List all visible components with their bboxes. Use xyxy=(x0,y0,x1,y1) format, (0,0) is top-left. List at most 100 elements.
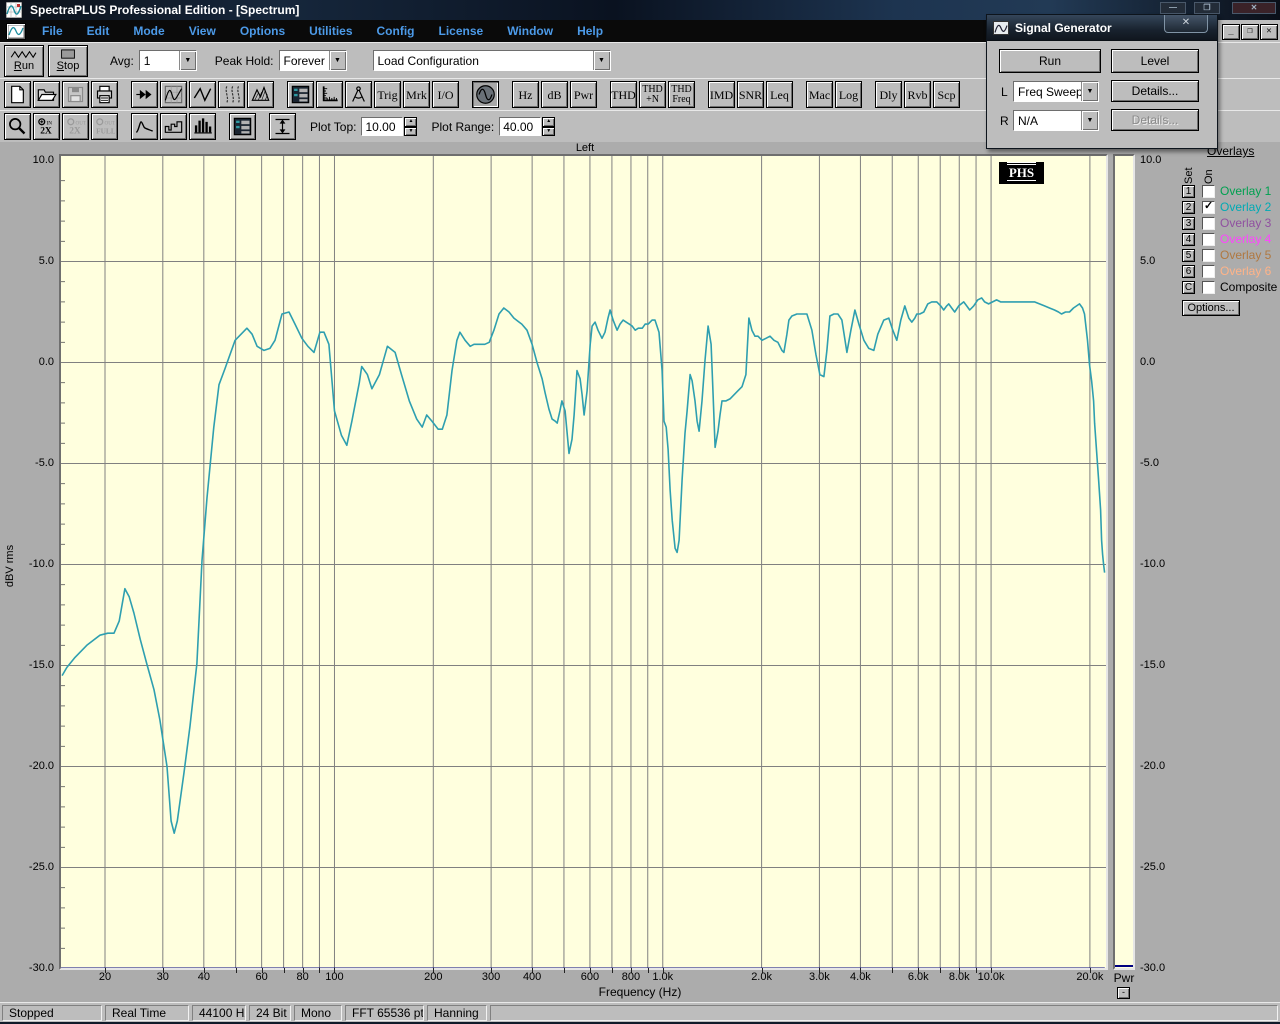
document-close-button[interactable]: ✕ xyxy=(1260,24,1278,40)
menu-item-mode[interactable]: Mode xyxy=(121,21,176,41)
line-plot-button[interactable] xyxy=(131,113,158,140)
load-configuration-dropdown-arrow-icon[interactable]: ▼ xyxy=(592,51,610,70)
menu-item-options[interactable]: Options xyxy=(228,21,297,41)
y-tick-left-5.0: 5.0 xyxy=(38,254,54,267)
overlay-C-on-checkbox[interactable] xyxy=(1202,280,1215,294)
snr-button[interactable]: SNR xyxy=(737,81,764,108)
peak-hold-dropdown-arrow-icon[interactable]: ▼ xyxy=(328,51,346,70)
power-units-button[interactable]: Pwr xyxy=(570,81,597,108)
overlay-1-set-button[interactable]: 1 xyxy=(1182,184,1195,198)
menu-item-license[interactable]: License xyxy=(427,21,496,41)
thd-button[interactable]: THD xyxy=(610,81,637,108)
spectrum-display-area: Left PHS 10.0 10.0 5.0 5.0 0.0 0.0 -5.0 -5.0 -10… xyxy=(0,142,1280,1002)
signal-generator-close-button[interactable]: ✕ xyxy=(1164,15,1208,33)
plot-range-input[interactable] xyxy=(499,117,542,136)
plot-range-spinner[interactable]: ▲ ▼ xyxy=(542,117,556,136)
left-details-button[interactable]: Details... xyxy=(1111,80,1199,102)
stop-button[interactable]: Stop xyxy=(48,44,88,77)
overlay-3-on-checkbox[interactable] xyxy=(1202,216,1215,230)
frequency-units-button[interactable]: Hz xyxy=(512,81,539,108)
leq-button[interactable]: Leq xyxy=(766,81,793,108)
status-hanning: Hanning xyxy=(427,1004,487,1021)
avg-dropdown[interactable]: 1 ▼ xyxy=(138,50,197,71)
spectrum-view-button[interactable] xyxy=(160,81,187,108)
generator-run-button[interactable]: Run xyxy=(999,49,1101,73)
imd-button[interactable]: IMD xyxy=(708,81,735,108)
left-signal-type-dropdown[interactable]: Freq Sweep ▼ xyxy=(1013,81,1099,102)
document-minimize-button[interactable]: _ xyxy=(1222,24,1240,40)
vertical-range-button[interactable] xyxy=(269,113,296,140)
plot-top-input[interactable] xyxy=(361,117,404,136)
overlay-5-set-button[interactable]: 5 xyxy=(1182,248,1195,262)
window-maximize-button[interactable]: ❐ xyxy=(1194,2,1220,14)
menu-item-window[interactable]: Window xyxy=(495,21,565,41)
save-file-icon xyxy=(67,86,84,103)
overlay-2-set-button[interactable]: 2 xyxy=(1182,200,1195,214)
input-output-button[interactable]: I/O xyxy=(432,81,459,108)
overlays-on-column-label: On xyxy=(1203,169,1215,184)
thd-plus-n-button[interactable]: THD +N xyxy=(639,81,666,108)
menu-item-edit[interactable]: Edit xyxy=(75,21,122,41)
open-file-button[interactable] xyxy=(33,81,60,108)
markers-button[interactable]: Mrk xyxy=(403,81,430,108)
surface-plot-view-button[interactable] xyxy=(247,81,274,108)
overlay-5-on-checkbox[interactable] xyxy=(1202,248,1215,262)
new-file-button[interactable] xyxy=(4,81,31,108)
print-button[interactable] xyxy=(91,81,118,108)
scope-button[interactable]: Scp xyxy=(933,81,960,108)
left-signal-dropdown-arrow-icon[interactable]: ▼ xyxy=(1081,82,1098,101)
logging-button[interactable]: Log xyxy=(835,81,862,108)
window-minimize-button[interactable]: — xyxy=(1160,2,1186,14)
run-button[interactable]: Run xyxy=(4,44,44,77)
trigger-button[interactable]: Trig xyxy=(374,81,401,108)
power-meter-minimize-button[interactable]: - xyxy=(1117,987,1130,999)
peak-hold-label: Peak Hold: xyxy=(214,53,274,68)
y-tick-right--25.0: -25.0 xyxy=(1140,860,1166,873)
avg-dropdown-arrow-icon[interactable]: ▼ xyxy=(178,51,196,70)
overlay-1-on-checkbox[interactable] xyxy=(1202,184,1215,198)
thd-freq-button[interactable]: THD Freq xyxy=(668,81,695,108)
menu-item-help[interactable]: Help xyxy=(565,21,615,41)
calibration-button[interactable] xyxy=(345,81,372,108)
overlay-6-on-checkbox[interactable] xyxy=(1202,264,1215,278)
menu-item-utilities[interactable]: Utilities xyxy=(297,21,364,41)
generator-level-button[interactable]: Level xyxy=(1111,49,1199,73)
load-configuration-dropdown[interactable]: Load Configuration ▼ xyxy=(372,50,611,71)
macro-button[interactable]: Mac xyxy=(806,81,833,108)
zoom-in-2x-button[interactable]: IN 2X xyxy=(33,113,60,140)
menu-item-config[interactable]: Config xyxy=(365,21,427,41)
histogram-plot-button[interactable] xyxy=(189,113,216,140)
overlay-2-on-checkbox[interactable]: ✓ xyxy=(1202,200,1215,214)
right-signal-type-dropdown[interactable]: N/A ▼ xyxy=(1013,110,1099,131)
overlay-4-set-button[interactable]: 4 xyxy=(1182,232,1195,246)
overlay-6-set-button[interactable]: 6 xyxy=(1182,264,1195,278)
menu-item-file[interactable]: File xyxy=(30,21,75,41)
menu-item-view[interactable]: View xyxy=(177,21,228,41)
right-signal-dropdown-arrow-icon[interactable]: ▼ xyxy=(1081,111,1098,130)
plot-top-spinner[interactable]: ▲ ▼ xyxy=(404,117,418,136)
delay-button[interactable]: Dly xyxy=(875,81,902,108)
time-series-view-button[interactable] xyxy=(189,81,216,108)
zoom-button[interactable] xyxy=(4,113,31,140)
document-restore-button[interactable]: ❐ xyxy=(1241,24,1259,40)
signal-generator-button[interactable] xyxy=(472,81,499,108)
document-system-menu-icon[interactable] xyxy=(6,22,26,40)
overlay-3-set-button[interactable]: 3 xyxy=(1182,216,1195,230)
spectrogram-view-button[interactable] xyxy=(218,81,245,108)
overlay-C-set-button[interactable]: C xyxy=(1182,280,1195,294)
scale-settings-button[interactable] xyxy=(316,81,343,108)
overlay-4-on-checkbox[interactable] xyxy=(1202,232,1215,246)
y-tick-right-5.0: 5.0 xyxy=(1140,254,1156,267)
status-empty xyxy=(490,1004,1278,1021)
x-tick-4.0k: 4.0k xyxy=(850,971,871,983)
window-close-button[interactable]: ✕ xyxy=(1232,2,1276,14)
display-settings-button[interactable] xyxy=(287,81,314,108)
peak-hold-dropdown[interactable]: Forever ▼ xyxy=(278,50,347,71)
overlay-options-button[interactable]: Options... xyxy=(1182,300,1240,316)
display-settings-2-button[interactable] xyxy=(229,113,256,140)
fast-forward-button[interactable] xyxy=(131,81,158,108)
spectrum-plot[interactable] xyxy=(59,154,1108,970)
decibel-units-button[interactable]: dB xyxy=(541,81,568,108)
bar-plot-button[interactable] xyxy=(160,113,187,140)
reverb-button[interactable]: Rvb xyxy=(904,81,931,108)
